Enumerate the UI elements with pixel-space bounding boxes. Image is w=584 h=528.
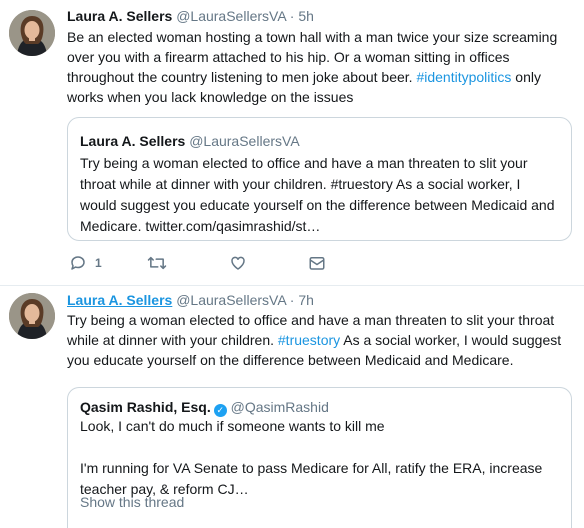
avatar[interactable]	[9, 10, 55, 56]
tweet[interactable]: Laura A. Sellers @LauraSellersVA · 7h Tr…	[0, 285, 584, 528]
timestamp[interactable]: 5h	[298, 8, 314, 24]
hashtag-link[interactable]: #identitypolitics	[416, 69, 511, 85]
show-thread-link[interactable]: Show this thread	[80, 494, 184, 510]
quote-author-handle: @QasimRashid	[230, 399, 329, 415]
quote-header: Qasim Rashid, Esq. ✓ @QasimRashid	[80, 399, 329, 417]
quote-text: Try being a woman elected to office and …	[80, 155, 555, 234]
separator: ·	[289, 292, 295, 308]
quote-author-name: Qasim Rashid, Esq.	[80, 399, 211, 415]
quoted-tweet[interactable]: Qasim Rashid, Esq. ✓ @QasimRashid Look, I…	[67, 387, 572, 528]
quote-text-line: Look, I can't do much if someone wants t…	[80, 418, 385, 434]
tweet-header: Laura A. Sellers @LauraSellersVA · 7h	[67, 291, 314, 309]
separator: ·	[289, 8, 295, 24]
author-handle[interactable]: @LauraSellersVA	[176, 292, 286, 308]
reply-button[interactable]: 1	[69, 252, 102, 274]
envelope-icon	[308, 254, 326, 272]
tweet-header: Laura A. Sellers @LauraSellersVA · 5h	[67, 7, 314, 25]
quote-header: Laura A. Sellers @LauraSellersVA	[80, 133, 300, 149]
timestamp[interactable]: 7h	[298, 292, 314, 308]
tweet-actions: 1	[67, 252, 367, 274]
quote-text: Look, I can't do much if someone wants t…	[80, 416, 560, 500]
author-name[interactable]: Laura A. Sellers	[67, 8, 172, 24]
heart-icon	[229, 254, 247, 272]
avatar[interactable]	[9, 293, 55, 339]
direct-message-button[interactable]	[308, 252, 326, 274]
tweet[interactable]: Laura A. Sellers @LauraSellersVA · 5h Be…	[0, 0, 584, 286]
quote-author-name: Laura A. Sellers	[80, 133, 186, 149]
reply-icon	[69, 254, 87, 272]
like-button[interactable]	[229, 252, 247, 274]
tweet-text: Be an elected woman hosting a town hall …	[67, 27, 572, 107]
quoted-tweet[interactable]: Laura A. Sellers @LauraSellersVA Try bei…	[67, 117, 572, 241]
quote-author-handle: @LauraSellersVA	[189, 133, 300, 149]
reply-count: 1	[95, 256, 102, 270]
retweet-icon	[147, 254, 167, 272]
retweet-button[interactable]	[147, 252, 167, 274]
tweet-text: Try being a woman elected to office and …	[67, 310, 572, 370]
hashtag-link[interactable]: #truestory	[278, 332, 340, 348]
author-handle[interactable]: @LauraSellersVA	[176, 8, 286, 24]
author-name[interactable]: Laura A. Sellers	[67, 292, 172, 308]
